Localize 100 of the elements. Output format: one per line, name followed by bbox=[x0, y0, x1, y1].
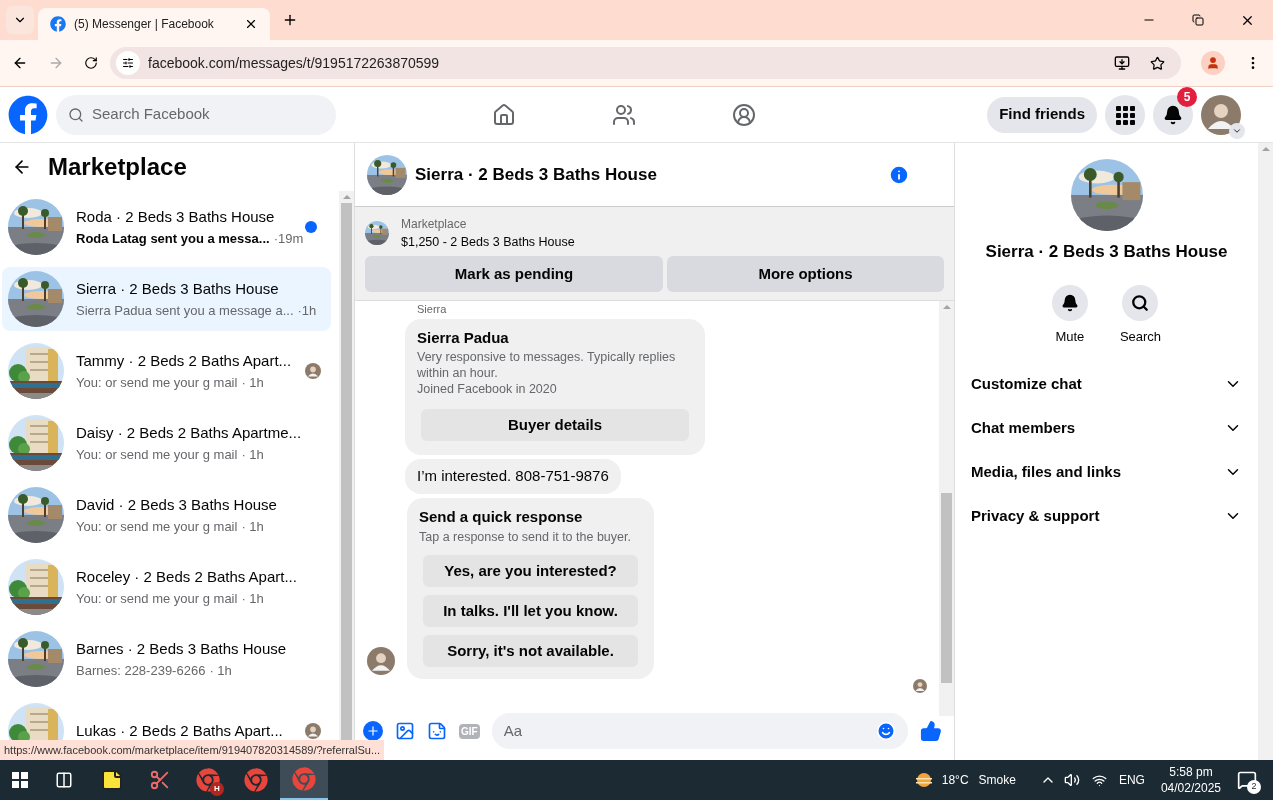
avatar-icon bbox=[305, 723, 321, 739]
task-view-icon[interactable] bbox=[55, 771, 73, 789]
details-title: Sierra · 2 Beds 3 Baths House bbox=[985, 241, 1228, 263]
listing-action-button[interactable]: Mark as pending bbox=[365, 255, 663, 292]
menu-button[interactable] bbox=[1105, 94, 1145, 135]
search-placeholder: Search Facebook bbox=[92, 104, 210, 125]
conversation-item[interactable]: Tammy · 2 Beds 2 Baths Apart... You: or send me your g mail · 1h bbox=[2, 339, 331, 403]
address-bar[interactable]: facebook.com/messages/t/9195172263870599 bbox=[110, 47, 1181, 79]
conversation-item[interactable]: Sierra · 2 Beds 3 Baths House Sierra Padua sent you a message a... ·1h bbox=[2, 267, 331, 331]
volume-icon[interactable] bbox=[1063, 772, 1080, 788]
conversation-title: Roda · 2 Beds 3 Baths House bbox=[76, 207, 276, 227]
notification-count: 2 bbox=[1247, 780, 1261, 794]
emoji-icon[interactable] bbox=[876, 721, 896, 741]
avatar-icon bbox=[1201, 94, 1241, 135]
image-icon[interactable] bbox=[395, 721, 415, 741]
install-icon[interactable] bbox=[1114, 55, 1130, 71]
sticker-icon[interactable] bbox=[427, 721, 447, 741]
facebook-logo-icon[interactable] bbox=[8, 94, 48, 135]
listing-action-button[interactable]: More options bbox=[667, 255, 944, 292]
like-icon[interactable] bbox=[920, 720, 942, 742]
start-icon[interactable] bbox=[12, 772, 28, 788]
conversation-preview: Sierra Padua sent you a message a... bbox=[76, 301, 294, 320]
url-tooltip: https://www.facebook.com/marketplace/item/919407820314589/?referralSu... bbox=[0, 740, 385, 760]
search-field[interactable]: Search Facebook bbox=[56, 94, 336, 135]
conversation-time: · 1h bbox=[241, 589, 264, 608]
new-tab-icon[interactable] bbox=[282, 12, 298, 28]
message-input[interactable]: Aa bbox=[491, 713, 908, 749]
profile-name: Sierra Padua bbox=[417, 327, 510, 348]
input-placeholder: Aa bbox=[503, 720, 524, 741]
back-icon[interactable] bbox=[12, 55, 28, 71]
quick-response-button[interactable]: Yes, are you interested? bbox=[423, 555, 638, 587]
clock-date: 04/02/2025 bbox=[1160, 780, 1221, 796]
profile-icon[interactable] bbox=[1201, 51, 1225, 75]
message-bubble: I’m interested. 808-751-9876 bbox=[405, 459, 621, 494]
weather-condition: Smoke bbox=[978, 772, 1016, 788]
weather-temperature: 18°C bbox=[941, 772, 969, 788]
details-section[interactable]: Media, files and links bbox=[971, 450, 1242, 494]
conversation-preview: You: or send me your g mail bbox=[76, 517, 238, 536]
grid-icon bbox=[1115, 104, 1135, 125]
conversation-preview: You: or send me your g mail bbox=[76, 373, 238, 392]
details-section[interactable]: Privacy & support bbox=[971, 494, 1242, 538]
groups-icon[interactable] bbox=[732, 102, 756, 127]
notifications-button[interactable] bbox=[1153, 94, 1193, 135]
facebook-logo-icon bbox=[50, 16, 66, 32]
listing-source: Marketplace bbox=[401, 216, 468, 233]
sidebar-title: Marketplace bbox=[48, 152, 187, 182]
close-icon[interactable] bbox=[244, 17, 258, 31]
quick-response-title: Send a quick response bbox=[419, 506, 584, 527]
notification-center-icon[interactable] bbox=[1237, 770, 1257, 790]
clock-time: 5:58 pm bbox=[1169, 764, 1213, 780]
details-section[interactable]: Chat members bbox=[971, 406, 1242, 450]
sticky-notes-icon[interactable] bbox=[100, 768, 124, 792]
info-icon[interactable] bbox=[888, 163, 910, 186]
home-icon[interactable] bbox=[492, 102, 516, 127]
conversation-preview: Barnes: 228-239-6266 bbox=[76, 661, 206, 680]
conversation-time: · 1h bbox=[241, 445, 264, 464]
conversation-title: Sierra · 2 Beds 3 Baths House bbox=[76, 279, 280, 299]
conversation-item[interactable]: Barnes · 2 Beds 3 Baths House Barnes: 228-239-6266 · 1h bbox=[2, 627, 331, 691]
conversation-preview: You: or send me your g mail bbox=[76, 445, 238, 464]
conversation-item[interactable]: Roda · 2 Beds 3 Baths House Roda Latag sent you a messa... ·19m bbox=[2, 195, 331, 259]
scrollbar-thumb[interactable] bbox=[341, 203, 352, 743]
browser-tab[interactable]: (5) Messenger | Facebook bbox=[38, 8, 270, 40]
listing-summary: $1,250 - 2 Beds 3 Baths House bbox=[401, 234, 575, 251]
quick-response-button[interactable]: Sorry, it's not available. bbox=[423, 635, 638, 667]
conversation-time: · 1h bbox=[241, 373, 264, 392]
buyer-details-button[interactable]: Buyer details bbox=[421, 409, 689, 442]
quick-response-hint: Tap a response to send it to the buyer. bbox=[419, 529, 632, 547]
language-indicator[interactable]: ENG bbox=[1118, 772, 1145, 788]
tab-title: (5) Messenger | Facebook bbox=[74, 16, 215, 32]
chrome-icon[interactable] bbox=[196, 768, 220, 792]
conversation-title: Daisy · 2 Beds 2 Baths Apartme... bbox=[76, 423, 303, 443]
weather-icon bbox=[913, 770, 934, 790]
bell-icon bbox=[1163, 104, 1183, 125]
profile-info: Joined Facebook in 2020 bbox=[417, 381, 558, 398]
snipping-tool-icon[interactable] bbox=[149, 769, 171, 791]
add-icon[interactable] bbox=[363, 721, 383, 741]
conversation-title: Tammy · 2 Beds 2 Baths Apart... bbox=[76, 351, 293, 371]
details-section[interactable]: Customize chat bbox=[971, 362, 1242, 406]
conversation-time: ·1h bbox=[297, 301, 317, 320]
conversation-preview: Roda Latag sent you a messa... bbox=[76, 229, 270, 248]
find-friends-button[interactable]: Find friends bbox=[987, 96, 1097, 133]
scrollbar-thumb[interactable] bbox=[941, 492, 952, 683]
friends-icon[interactable] bbox=[612, 102, 636, 127]
conversation-time: · 1h bbox=[209, 661, 232, 680]
quick-response-button[interactable]: In talks. I'll let you know. bbox=[423, 595, 638, 627]
profile-info: Very responsive to messages. Typically replies within an hour. bbox=[417, 349, 677, 382]
network-icon[interactable] bbox=[1091, 772, 1107, 788]
bookmark-icon[interactable] bbox=[1150, 55, 1165, 71]
chrome-icon[interactable] bbox=[244, 768, 268, 792]
avatar-icon bbox=[367, 647, 395, 675]
taskbar-item[interactable]: H bbox=[184, 760, 232, 800]
conversation-item[interactable]: Daisy · 2 Beds 2 Baths Apartme... You: or send me your g mail · 1h bbox=[2, 411, 331, 475]
restore-icon[interactable] bbox=[1192, 14, 1204, 26]
reload-icon[interactable] bbox=[84, 56, 98, 70]
url-text: facebook.com/messages/t/9195172263870599 bbox=[148, 54, 441, 73]
avatar-icon bbox=[305, 363, 321, 379]
bell-icon bbox=[1060, 293, 1079, 312]
conversation-item[interactable]: David · 2 Beds 3 Baths House You: or send me your g mail · 1h bbox=[2, 483, 331, 547]
conversation-item[interactable]: Roceley · 2 Beds 2 Baths Apart... You: or send me your g mail · 1h bbox=[2, 555, 331, 619]
site-settings-icon[interactable] bbox=[122, 57, 134, 69]
